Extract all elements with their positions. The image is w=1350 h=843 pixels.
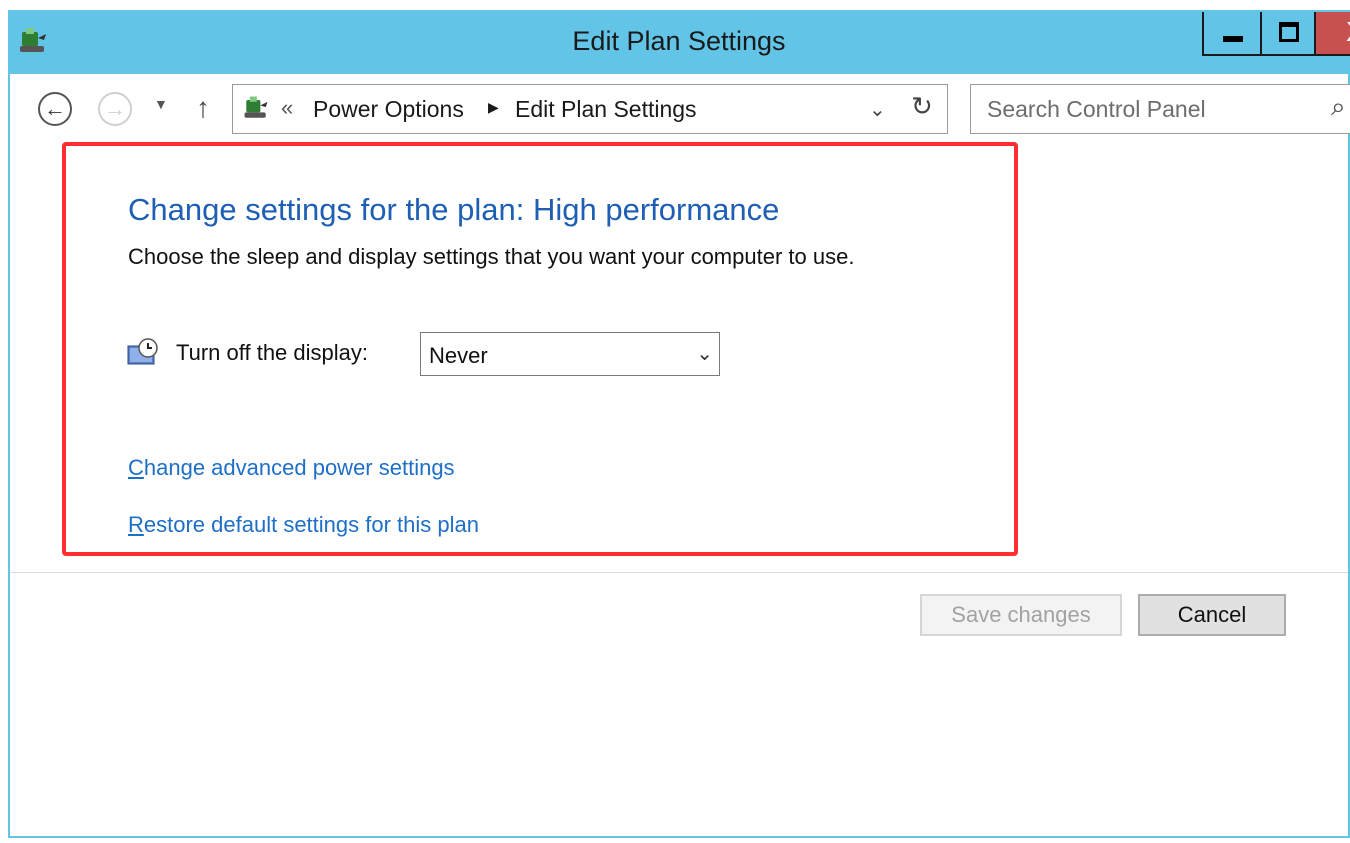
- monitor-clock-icon: [127, 338, 158, 365]
- change-advanced-power-settings-link[interactable]: Change advanced power settings: [128, 455, 455, 481]
- up-button[interactable]: ↑: [196, 92, 210, 124]
- page-description: Choose the sleep and display settings th…: [128, 244, 855, 269]
- breadcrumb-edit-plan-settings[interactable]: Edit Plan Settings: [515, 96, 697, 123]
- breadcrumb-separator-icon[interactable]: ▶: [488, 99, 499, 116]
- search-input[interactable]: [977, 91, 1337, 127]
- refresh-icon[interactable]: ↻: [911, 91, 933, 122]
- title-bar: Edit Plan Settings X: [10, 12, 1350, 74]
- address-dropdown-icon[interactable]: ⌄: [869, 97, 886, 122]
- turn-off-display-label: Turn off the display:: [176, 340, 368, 365]
- minimize-button[interactable]: [1202, 12, 1262, 56]
- search-box[interactable]: ⌕: [970, 84, 1350, 134]
- address-bar[interactable]: « Power Options ▶ Edit Plan Settings ⌄ ↻: [232, 84, 948, 134]
- link-access-key: C: [128, 455, 144, 480]
- hidden-crumbs-chevron[interactable]: «: [281, 95, 293, 121]
- forward-button[interactable]: →: [98, 92, 132, 126]
- navigation-bar: ← → ▼ ↑ « Power Options ▶ Edit Plan Sett…: [10, 74, 1350, 144]
- divider: [10, 572, 1348, 573]
- breadcrumb-power-options[interactable]: Power Options: [313, 96, 464, 123]
- window-title: Edit Plan Settings: [572, 26, 786, 56]
- link-access-key: R: [128, 512, 144, 537]
- save-changes-button[interactable]: Save changes: [920, 594, 1122, 636]
- recent-locations-dropdown[interactable]: ▼: [154, 96, 168, 112]
- maximize-button[interactable]: [1260, 12, 1316, 56]
- power-options-icon: [244, 96, 268, 118]
- page-title: Change settings for the plan: High perfo…: [128, 192, 780, 227]
- turn-off-display-select[interactable]: Never ⌄: [420, 332, 720, 376]
- link-text: estore default settings for this plan: [143, 512, 479, 537]
- edit-plan-settings-window: Edit Plan Settings X ← → ▼ ↑ « Power Opt…: [8, 10, 1350, 838]
- close-icon: X: [1346, 16, 1350, 48]
- chevron-down-icon: ⌄: [696, 343, 713, 365]
- restore-default-settings-link[interactable]: Restore default settings for this plan: [128, 512, 479, 538]
- cancel-button[interactable]: Cancel: [1138, 594, 1286, 636]
- close-button[interactable]: X: [1314, 12, 1350, 56]
- search-icon[interactable]: ⌕: [1331, 91, 1346, 123]
- select-value: Never: [429, 343, 488, 368]
- link-text: hange advanced power settings: [143, 455, 455, 480]
- back-button[interactable]: ←: [38, 92, 72, 126]
